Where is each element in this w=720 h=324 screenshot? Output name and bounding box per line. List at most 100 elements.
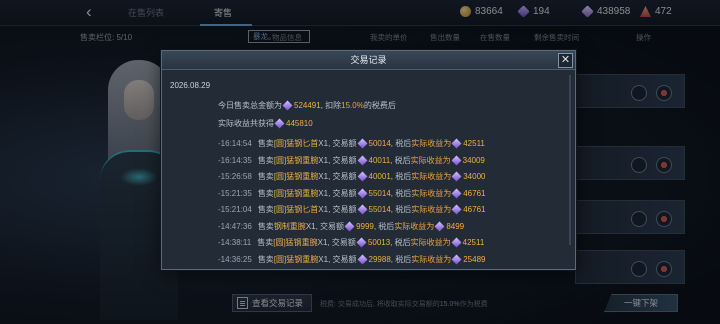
record-date: 2026.08.29 — [170, 81, 211, 90]
record-row: -15:26:58 售卖 [圆]猛钢重腕 X1, 交易额 40001, 税后 实际收益为 3… — [218, 171, 485, 182]
summary-tax-post: 的税费后 — [363, 101, 396, 110]
gem-icon — [451, 138, 462, 149]
record-row: -16:14:54 售卖 [圆]猛钢匕首 X1, 交易额 50014, 税后 实际收益为 4… — [218, 138, 485, 149]
record-qty: X1 — [318, 188, 329, 198]
record-item: [圆]猛钢重腕 — [273, 188, 319, 198]
record-net-pre: , 税后 — [390, 238, 411, 247]
record-time: -14:36:25 — [218, 254, 252, 264]
record-net: 34009 — [462, 155, 485, 165]
summary-tax-pre: , 扣除 — [320, 101, 342, 110]
record-prefix: 售卖 — [257, 172, 274, 181]
record-net-pre: , 税后 — [390, 155, 411, 165]
record-net-label: 实际收益为 — [411, 254, 452, 264]
gem-icon — [451, 171, 462, 182]
record-amount-label: , 交易额 — [328, 254, 357, 264]
record-amount-label: , 交易额 — [328, 139, 357, 148]
record-row: -15:21:04 售卖 [圆]猛钢匕首 X1, 交易额 55014, 税后 实际收益为 4… — [218, 204, 485, 215]
record-amount: 50013 — [367, 238, 391, 247]
record-item: [圆]猛钢匕首 — [273, 205, 319, 214]
record-net-label: 实际收益为 — [411, 139, 452, 148]
income-amount: 445810 — [286, 119, 313, 128]
gem-icon — [356, 237, 367, 248]
dialog-title: 交易记录 — [350, 55, 387, 65]
record-net: 8499 — [446, 221, 465, 231]
record-amount-label: , 交易额 — [328, 155, 357, 165]
summary-line: 今日售卖总金额为 524491 , 扣除 15.0% 的税费后 — [218, 100, 396, 111]
dialog-body: 2026.08.29 今日售卖总金额为 524491 , 扣除 15.0% 的税… — [162, 71, 575, 269]
record-prefix: 售卖 — [257, 205, 274, 214]
record-net: 42511 — [463, 139, 485, 148]
record-amount: 50014 — [368, 139, 391, 148]
record-amount-label: , 交易额 — [328, 205, 357, 214]
record-qty: X1 — [318, 172, 329, 181]
record-net-label: 实际收益为 — [394, 221, 435, 231]
record-row: -14:36:25 售卖 [圆]猛钢重腕 X1, 交易额 29988, 税后 实际收益为 2… — [218, 254, 485, 265]
record-item: [圆]猛钢重腕 — [273, 254, 319, 264]
record-time: -15:21:04 — [218, 205, 252, 214]
record-qty: X1 — [305, 221, 316, 231]
record-time: -16:14:35 — [218, 155, 252, 165]
record-item: [圆]猛钢匕首 — [273, 139, 319, 148]
record-time: -15:21:35 — [218, 188, 252, 198]
record-qty: X1 — [318, 139, 329, 148]
record-item: [圆]猛钢重腕 — [273, 155, 319, 165]
gem-icon — [451, 155, 462, 165]
record-net: 42511 — [462, 238, 485, 247]
income-label: 实际收益共获得 — [218, 119, 274, 128]
record-amount-label: , 交易额 — [315, 221, 345, 231]
record-row: -14:38:11 售卖 [圆]猛钢重腕 X1, 交易额 50013, 税后 实际收益为 4… — [218, 237, 484, 248]
gem-icon — [434, 221, 445, 231]
gem-icon — [451, 188, 462, 198]
income-line: 实际收益共获得 445810 — [218, 118, 313, 129]
gem-icon — [451, 204, 462, 215]
record-amount: 55014 — [368, 205, 391, 214]
record-time: -14:38:11 — [218, 238, 252, 247]
record-net: 46761 — [463, 188, 486, 198]
record-amount: 9999 — [356, 221, 374, 231]
record-prefix: 售卖 — [257, 254, 274, 264]
summary-tax-rate: 15.0% — [341, 101, 364, 110]
record-qty: X1 — [317, 238, 328, 247]
gem-icon — [357, 155, 367, 165]
record-amount: 40011 — [368, 155, 391, 165]
gem-icon — [282, 100, 293, 111]
record-row: -15:21:35 售卖 [圆]猛钢重腕 X1, 交易额 55014, 税后 实际收益为 4… — [218, 188, 485, 199]
record-time: -14:47:36 — [218, 221, 252, 231]
gem-icon — [344, 221, 355, 231]
gem-icon — [357, 254, 367, 264]
gem-icon — [451, 254, 462, 264]
record-net-pre: , 税后 — [390, 205, 412, 214]
summary-prefix: 今日售卖总金额为 — [218, 101, 282, 110]
record-prefix: 售卖 — [257, 238, 274, 247]
record-time: -16:14:54 — [218, 139, 252, 148]
scrollbar[interactable] — [569, 75, 571, 245]
record-row: -16:14:35 售卖 [圆]猛钢重腕 X1, 交易额 40011, 税后 实际收益为 3… — [218, 155, 485, 166]
gem-icon — [451, 237, 462, 248]
record-net-label: 实际收益为 — [411, 172, 452, 181]
record-amount-label: , 交易额 — [327, 238, 356, 247]
record-amount: 40001 — [368, 172, 391, 181]
gem-icon — [357, 171, 367, 182]
record-net-label: 实际收益为 — [411, 188, 452, 198]
record-net: 46761 — [463, 205, 486, 214]
gem-icon — [357, 188, 367, 198]
record-qty: X1 — [318, 205, 329, 214]
record-row: -14:47:36 售卖 钢制重腕 X1, 交易额 9999, 税后 实际收益为 8499 — [218, 221, 464, 232]
record-net: 34000 — [463, 172, 486, 181]
record-amount: 55014 — [368, 188, 391, 198]
record-net-pre: , 税后 — [373, 221, 395, 231]
close-button[interactable]: ✕ — [558, 53, 573, 68]
record-prefix: 售卖 — [257, 139, 274, 148]
record-amount: 29988 — [368, 254, 391, 264]
record-prefix: 售卖 — [257, 155, 274, 165]
summary-amount: 524491 — [294, 101, 321, 110]
record-prefix: 售卖 — [257, 188, 274, 198]
record-net-label: 实际收益为 — [410, 238, 451, 247]
record-net: 25489 — [463, 254, 486, 264]
record-time: -15:26:58 — [218, 172, 252, 181]
record-item: [圆]猛钢重腕 — [273, 172, 319, 181]
record-net-pre: , 税后 — [390, 188, 412, 198]
record-amount-label: , 交易额 — [328, 172, 357, 181]
trade-record-dialog: 交易记录 ✕ 2026.08.29 今日售卖总金额为 524491 , 扣除 1… — [161, 50, 576, 270]
record-qty: X1 — [318, 155, 329, 165]
